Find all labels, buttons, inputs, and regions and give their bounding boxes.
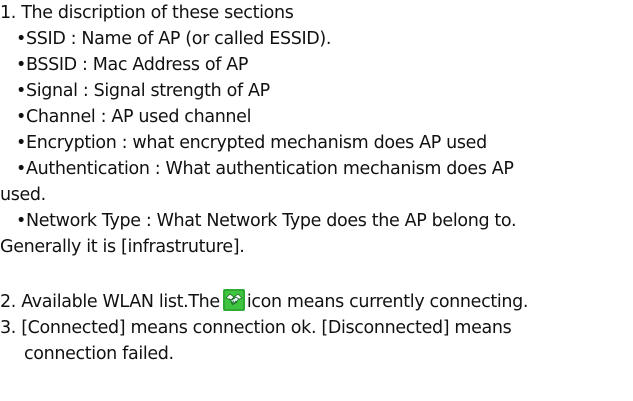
bullet: • bbox=[16, 55, 26, 75]
bullet: • bbox=[16, 81, 26, 101]
section-1-heading: 1. The discription of these sections bbox=[0, 3, 294, 23]
section-2-text-before: 2. Available WLAN list.The bbox=[0, 292, 220, 312]
section-3-line-2: connection failed. bbox=[24, 344, 174, 364]
list-item-authentication: •Authentication : What authentication me… bbox=[16, 156, 514, 182]
section-2-line: 2. Available WLAN list.The icon means cu… bbox=[0, 289, 528, 315]
bullet: • bbox=[16, 107, 26, 127]
bullet: • bbox=[16, 133, 26, 153]
list-item-bssid: •BSSID : Mac Address of AP bbox=[16, 52, 248, 78]
list-item-text: SSID : Name of AP (or called ESSID). bbox=[26, 29, 332, 49]
authentication-continuation: used. bbox=[0, 185, 46, 205]
bullet: • bbox=[16, 29, 26, 49]
list-item-network-type: •Network Type : What Network Type does t… bbox=[16, 208, 517, 234]
list-item-text: Authentication : What authentication mec… bbox=[26, 159, 514, 179]
list-item-text: Encryption : what encrypted mechanism do… bbox=[26, 133, 487, 153]
instruction-document: 1. The discription of these sections •SS… bbox=[0, 0, 633, 401]
list-item-encryption: •Encryption : what encrypted mechanism d… bbox=[16, 130, 487, 156]
connecting-handshake-icon bbox=[222, 289, 245, 311]
bullet: • bbox=[16, 159, 26, 179]
list-item-ssid: •SSID : Name of AP (or called ESSID). bbox=[16, 26, 331, 52]
list-item-text: Network Type : What Network Type does th… bbox=[26, 211, 517, 231]
section-3-line-1: 3. [Connected] means connection ok. [Dis… bbox=[0, 318, 512, 338]
section-2-text-after: icon means currently connecting. bbox=[246, 292, 529, 312]
list-item-signal: •Signal : Signal strength of AP bbox=[16, 78, 270, 104]
list-item-text: Channel : AP used channel bbox=[26, 107, 252, 127]
list-item-text: BSSID : Mac Address of AP bbox=[26, 55, 249, 75]
list-item-text: Signal : Signal strength of AP bbox=[26, 81, 270, 101]
network-type-continuation: Generally it is [infrastruture]. bbox=[0, 237, 245, 257]
bullet: • bbox=[16, 211, 26, 231]
list-item-channel: •Channel : AP used channel bbox=[16, 104, 251, 130]
